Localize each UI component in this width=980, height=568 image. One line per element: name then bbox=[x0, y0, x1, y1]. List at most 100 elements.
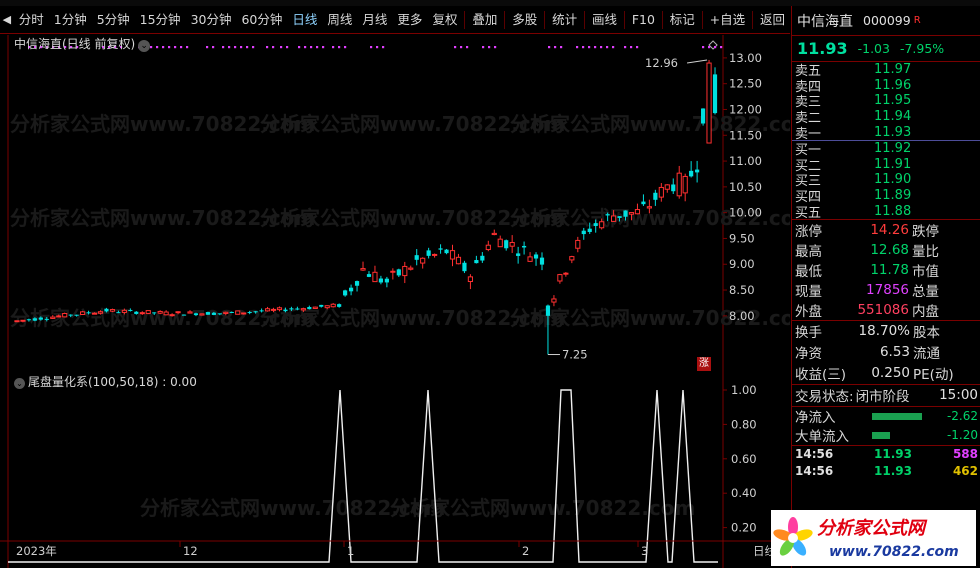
kline-chart-svg[interactable]: 分析家公式网www.70822.com分析家公式网www.70822.com分析… bbox=[0, 35, 790, 568]
tick-price: 11.93 bbox=[874, 447, 912, 462]
candle-body bbox=[706, 62, 712, 144]
fundamental-label: 换手 bbox=[795, 325, 822, 342]
candle-body bbox=[432, 253, 438, 256]
candle-body bbox=[611, 215, 617, 222]
candle-body bbox=[324, 305, 330, 309]
stat-row: 现量 17856 总量 bbox=[792, 280, 980, 300]
price-row: 11.93 -1.03 -7.95% bbox=[792, 36, 980, 62]
signal-dot bbox=[316, 46, 319, 49]
signal-dot bbox=[612, 46, 615, 49]
y-tick-label: 8.50 bbox=[729, 283, 755, 297]
tick-volume: 588 bbox=[952, 447, 978, 462]
signal-dot bbox=[206, 46, 209, 49]
add-watchlist-button[interactable]: +自选 bbox=[705, 7, 750, 33]
tab-30min[interactable]: 30分钟 bbox=[186, 7, 237, 33]
period-toolbar: ◀ 分时 1分钟 5分钟 15分钟 30分钟 60分钟 日线 周线 月线 更多 … bbox=[0, 6, 790, 34]
buy-level-price: 11.91 bbox=[874, 156, 912, 172]
candle-body bbox=[581, 230, 586, 235]
tab-fenshi[interactable]: 分时 bbox=[14, 7, 49, 33]
overlay-button[interactable]: 叠加 bbox=[467, 7, 502, 33]
stat-label: 现量 bbox=[795, 283, 822, 300]
signal-dot bbox=[548, 46, 551, 49]
sell-level-price: 11.96 bbox=[874, 77, 912, 93]
candle-body bbox=[270, 308, 277, 311]
candle-body bbox=[396, 269, 401, 276]
signal-dot bbox=[702, 46, 705, 49]
candle-body bbox=[587, 228, 592, 232]
tick-list[interactable]: 14:56 11.93 588 14:56 11.93 462 bbox=[792, 446, 980, 480]
candle-body bbox=[134, 311, 139, 314]
candle-body bbox=[86, 312, 91, 314]
signal-dot bbox=[624, 46, 627, 49]
candle-body bbox=[426, 250, 431, 256]
candle-body bbox=[516, 253, 521, 256]
toolbar-divider bbox=[752, 10, 753, 29]
tab-60min[interactable]: 60分钟 bbox=[236, 7, 287, 33]
chevron-down-icon[interactable]: ⌄ bbox=[14, 378, 25, 389]
mark-button[interactable]: 标记 bbox=[665, 7, 700, 33]
main-chart-title[interactable]: 中信海直(日线 前复权) ⌄ bbox=[14, 35, 151, 52]
chevron-down-icon[interactable]: ⌄ bbox=[138, 40, 151, 52]
candle-body bbox=[145, 310, 151, 314]
chart-area[interactable]: 分析家公式网www.70822.com 分析家公式网www.70822.com 分析… bbox=[0, 35, 790, 568]
candle-body bbox=[414, 255, 419, 260]
indicator-title[interactable]: ⌄ 尾盘量化系(100,50,18) : 0.00 bbox=[14, 373, 197, 390]
signal-dot bbox=[382, 46, 385, 49]
f10-button[interactable]: F10 bbox=[627, 7, 660, 33]
signal-dot bbox=[174, 46, 177, 49]
signal-dot bbox=[150, 46, 153, 49]
buy-level-price: 11.88 bbox=[874, 203, 912, 219]
restore-rights-button[interactable]: 复权 bbox=[427, 7, 462, 33]
candle-body bbox=[617, 216, 622, 218]
candle-body bbox=[522, 245, 527, 248]
candle-body bbox=[300, 308, 306, 311]
candle-body bbox=[366, 274, 372, 277]
tab-5min[interactable]: 5分钟 bbox=[92, 7, 135, 33]
tab-daily[interactable]: 日线 bbox=[287, 7, 322, 33]
sell-level-row[interactable]: 卖一 11.93 bbox=[792, 124, 980, 142]
candle-body bbox=[712, 74, 718, 114]
signal-dot bbox=[576, 46, 579, 49]
candle-body bbox=[312, 306, 318, 309]
draw-line-button[interactable]: 画线 bbox=[587, 7, 622, 33]
tab-weekly[interactable]: 周线 bbox=[322, 7, 357, 33]
stat-label: 最高 bbox=[795, 243, 822, 260]
limit-up-badge: 涨 bbox=[697, 357, 711, 371]
signal-dot bbox=[186, 46, 189, 49]
candle-body bbox=[38, 317, 43, 320]
candle-body bbox=[259, 310, 264, 312]
stat-value: 14.26 bbox=[870, 221, 909, 238]
candle-body bbox=[241, 312, 247, 315]
candle-body bbox=[402, 265, 408, 277]
multi-stock-button[interactable]: 多股 bbox=[507, 7, 542, 33]
buy-level-row[interactable]: 买五 11.88 bbox=[792, 203, 980, 221]
fundamental-row: 换手 18.70% 股本 bbox=[792, 321, 980, 342]
toolbar-divider bbox=[701, 10, 703, 29]
candle-body bbox=[139, 312, 145, 315]
stats-block: 涨停 14.26 跌停 最高 12.68 量比 最低 11.78 市值 现量 17856 总量 外盘 55… bbox=[792, 220, 980, 320]
left-arrow-icon[interactable]: ◀ bbox=[0, 13, 14, 26]
back-button[interactable]: 返回 bbox=[755, 7, 790, 33]
fundamental-label-right: 股本 bbox=[913, 325, 940, 342]
x-axis-label: 1 bbox=[347, 544, 354, 558]
logo-url: www.70822.com bbox=[829, 544, 959, 560]
candle-body bbox=[223, 311, 229, 314]
stat-label-right: 总量 bbox=[912, 283, 939, 300]
statistics-button[interactable]: 统计 bbox=[547, 7, 582, 33]
indicator-value: 0.00 bbox=[170, 375, 197, 389]
candle-body bbox=[599, 221, 605, 229]
signal-dot bbox=[222, 46, 225, 49]
candle-body bbox=[354, 281, 360, 286]
tab-more[interactable]: 更多 bbox=[392, 7, 427, 33]
tab-1min[interactable]: 1分钟 bbox=[49, 7, 92, 33]
signal-dot bbox=[588, 46, 591, 49]
x-axis-label: 2023年 bbox=[16, 544, 57, 558]
candle-body bbox=[337, 304, 342, 307]
candle-body bbox=[319, 304, 324, 307]
sell-level-price: 11.97 bbox=[874, 62, 912, 78]
indicator-line bbox=[8, 389, 718, 563]
tab-15min[interactable]: 15分钟 bbox=[135, 7, 186, 33]
candle-body bbox=[527, 256, 533, 262]
tab-monthly[interactable]: 月线 bbox=[357, 7, 392, 33]
stat-label-right: 量比 bbox=[912, 243, 939, 260]
